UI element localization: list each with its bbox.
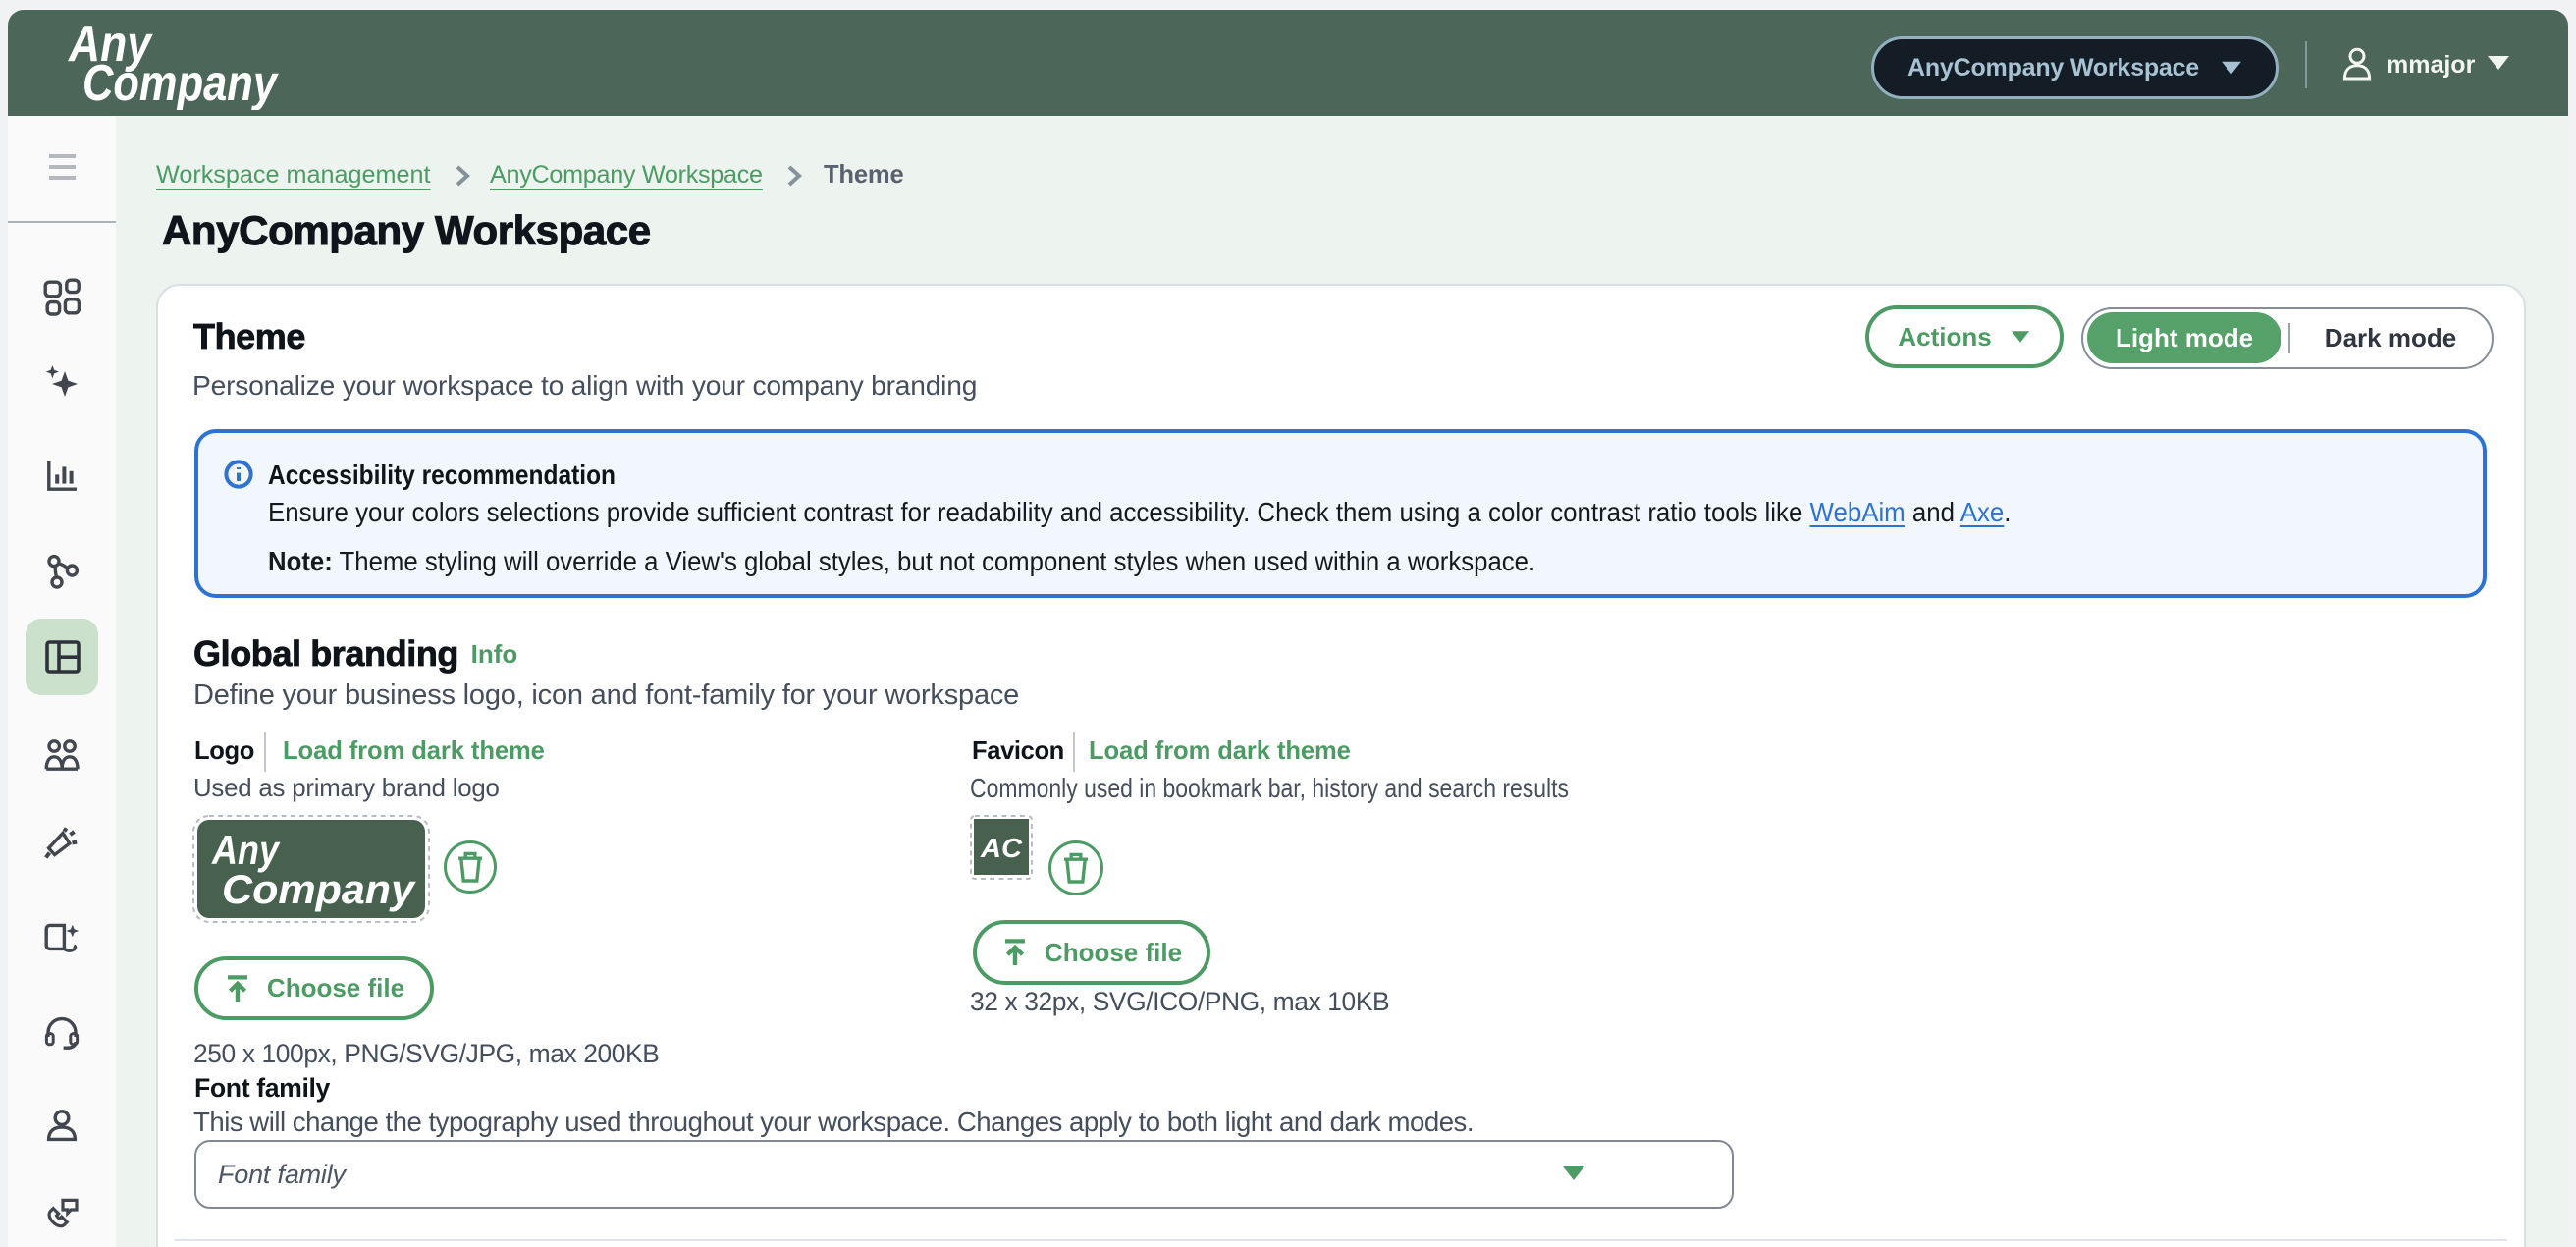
- svg-text:Company: Company: [222, 866, 417, 912]
- svg-text:AC: AC: [980, 833, 1023, 863]
- svg-text:Company: Company: [82, 55, 280, 110]
